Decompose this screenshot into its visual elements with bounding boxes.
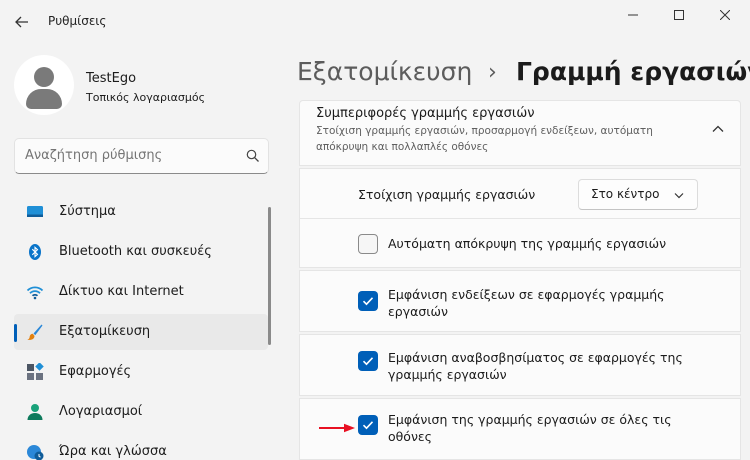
back-arrow-icon [15, 16, 28, 28]
sidebar-item-accounts[interactable]: Λογαριασμοί [14, 394, 268, 430]
checkmark-icon [362, 297, 374, 306]
breadcrumb-parent[interactable]: Εξατομίκευση [297, 57, 472, 86]
breadcrumb-separator: › [488, 60, 497, 85]
chevron-up-icon[interactable] [710, 121, 726, 137]
minimize-icon [628, 14, 638, 16]
taskbar-alignment-row: Στοίχιση γραμμής εργασιών Στο κέντρο [299, 168, 741, 220]
account-icon [27, 404, 43, 420]
search-icon[interactable] [245, 148, 261, 164]
app-title: Ρυθμίσεις [48, 14, 107, 28]
brush-icon [27, 324, 43, 340]
back-button[interactable] [10, 8, 34, 36]
sidebar-item-bluetooth[interactable]: Bluetooth και συσκευές [14, 234, 268, 270]
annotation-arrow-icon [319, 423, 355, 433]
badges-label: Εμφάνιση ενδείξεων σε εφαρμογές γραμμής … [388, 287, 665, 319]
sidebar-item-label: Bluetooth και συσκευές [59, 244, 212, 259]
page-title: Γραμμή εργασιών [516, 57, 750, 86]
sidebar-item-system[interactable]: Σύστημα [14, 194, 268, 230]
sidebar-item-network[interactable]: Δίκτυο και Internet [14, 274, 268, 310]
auto-hide-label: Αυτόματη απόκρυψη της γραμμής εργασιών [388, 236, 667, 251]
selected-indicator [14, 324, 17, 342]
maximize-icon [674, 10, 684, 20]
sidebar-scrollbar[interactable] [268, 207, 271, 345]
avatar-body-shape [26, 89, 62, 109]
sidebar-item-label: Εφαρμογές [59, 364, 132, 379]
taskbar-alignment-dropdown[interactable]: Στο κέντρο [578, 179, 698, 210]
section-title: Συμπεριφορές γραμμής εργασιών [316, 106, 535, 121]
taskbar-behaviors-header[interactable]: Συμπεριφορές γραμμής εργασιών Στοίχιση γ… [299, 100, 741, 166]
search-box[interactable] [14, 138, 269, 174]
search-input[interactable] [25, 148, 235, 163]
checkmark-icon [362, 357, 374, 366]
maximize-button[interactable] [656, 0, 702, 30]
wifi-icon [26, 286, 44, 300]
sidebar-item-label: Εξατομίκευση [59, 324, 151, 339]
flashing-checkbox[interactable] [358, 351, 378, 371]
all-displays-row: Εμφάνιση της γραμμής εργασιών σε όλες τι… [299, 398, 741, 460]
dropdown-selected-value: Στο κέντρο [591, 187, 660, 201]
bluetooth-icon [29, 244, 41, 260]
sidebar-item-label: Ώρα και γλώσσα [59, 444, 167, 459]
avatar-head-shape [34, 67, 54, 87]
user-name: TestEgo [86, 71, 137, 86]
sidebar-item-time-language[interactable]: Ώρα και γλώσσα [14, 434, 268, 460]
account-type: Τοπικός λογαριασμός [86, 91, 206, 104]
close-icon [720, 10, 730, 20]
sidebar-item-label: Σύστημα [59, 204, 116, 219]
sidebar-item-label: Λογαριασμοί [59, 404, 143, 419]
checkmark-icon [362, 421, 374, 430]
apps-icon [27, 363, 44, 380]
minimize-button[interactable] [610, 0, 656, 30]
system-display-icon [27, 206, 43, 217]
section-description: Στοίχιση γραμμής εργασιών, προσαρμογή εν… [316, 125, 653, 153]
sidebar-item-label: Δίκτυο και Internet [59, 284, 184, 299]
chevron-down-icon [674, 193, 684, 199]
flashing-row: Εμφάνιση αναβοσβησίματος σε εφαρμογές τη… [299, 334, 741, 396]
flashing-label: Εμφάνιση αναβοσβησίματος σε εφαρμογές τη… [388, 350, 683, 382]
all-displays-label: Εμφάνιση της γραμμής εργασιών σε όλες τι… [388, 412, 672, 444]
title-bar: Ρυθμίσεις [0, 0, 750, 44]
badges-row: Εμφάνιση ενδείξεων σε εφαρμογές γραμμής … [299, 270, 741, 332]
auto-hide-checkbox[interactable] [358, 234, 378, 254]
auto-hide-row: Αυτόματη απόκρυψη της γραμμής εργασιών [299, 218, 741, 268]
avatar[interactable] [14, 55, 74, 115]
badges-checkbox[interactable] [358, 291, 378, 311]
close-button[interactable] [702, 0, 748, 30]
sidebar-item-apps[interactable]: Εφαρμογές [14, 354, 268, 390]
globe-clock-icon [27, 445, 44, 460]
all-displays-checkbox[interactable] [358, 415, 378, 435]
sidebar-item-personalization[interactable]: Εξατομίκευση [14, 314, 268, 350]
taskbar-alignment-label: Στοίχιση γραμμής εργασιών [358, 187, 536, 202]
